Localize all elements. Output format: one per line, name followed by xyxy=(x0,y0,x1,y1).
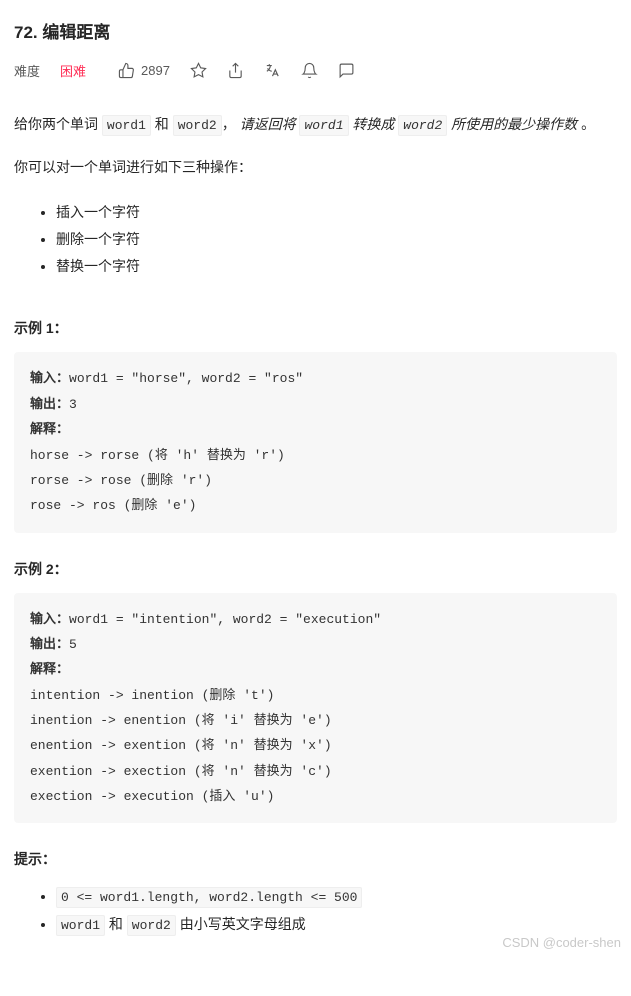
list-item: 替换一个字符 xyxy=(56,253,617,280)
watermark: CSDN @coder-shen xyxy=(502,935,621,950)
translate-icon[interactable] xyxy=(264,62,281,79)
share-icon[interactable] xyxy=(227,62,244,79)
feedback-icon[interactable] xyxy=(338,62,355,79)
constraint-code: word1 xyxy=(56,915,105,936)
problem-title: 72. 编辑距离 xyxy=(14,18,617,43)
bell-icon[interactable] xyxy=(301,62,318,79)
code-word1: word1 xyxy=(102,115,151,136)
thumbs-up-icon xyxy=(118,62,135,79)
difficulty-label: 难度 xyxy=(14,61,40,80)
list-item: 插入一个字符 xyxy=(56,199,617,226)
description-line1: 给你两个单词 word1 和 word2， 请返回将 word1 转换成 wor… xyxy=(14,112,617,137)
star-icon[interactable] xyxy=(190,62,207,79)
example1-heading: 示例 1： xyxy=(14,318,617,338)
list-item: 删除一个字符 xyxy=(56,226,617,253)
list-item: 0 <= word1.length, word2.length <= 500 xyxy=(56,883,617,910)
example2-block: 输入：word1 = "intention", word2 = "executi… xyxy=(14,593,617,824)
constraints-heading: 提示： xyxy=(14,849,617,869)
meta-row: 难度 困难 2897 xyxy=(14,61,617,80)
difficulty-value: 困难 xyxy=(60,61,86,80)
likes-button[interactable]: 2897 xyxy=(118,62,170,79)
operations-list: 插入一个字符 删除一个字符 替换一个字符 xyxy=(14,199,617,281)
description-line2: 你可以对一个单词进行如下三种操作： xyxy=(14,155,617,180)
constraints-list: 0 <= word1.length, word2.length <= 500 w… xyxy=(14,883,617,938)
list-item: word1 和 word2 由小写英文字母组成 xyxy=(56,911,617,938)
example1-block: 输入：word1 = "horse", word2 = "ros" 输出：3 解… xyxy=(14,352,617,532)
example2-heading: 示例 2： xyxy=(14,559,617,579)
code-word2-i: word2 xyxy=(398,115,447,136)
likes-count: 2897 xyxy=(141,63,170,78)
constraint-code: word2 xyxy=(127,915,176,936)
code-word2: word2 xyxy=(173,115,222,136)
code-word1-i: word1 xyxy=(299,115,348,136)
constraint-code: 0 <= word1.length, word2.length <= 500 xyxy=(56,887,362,908)
